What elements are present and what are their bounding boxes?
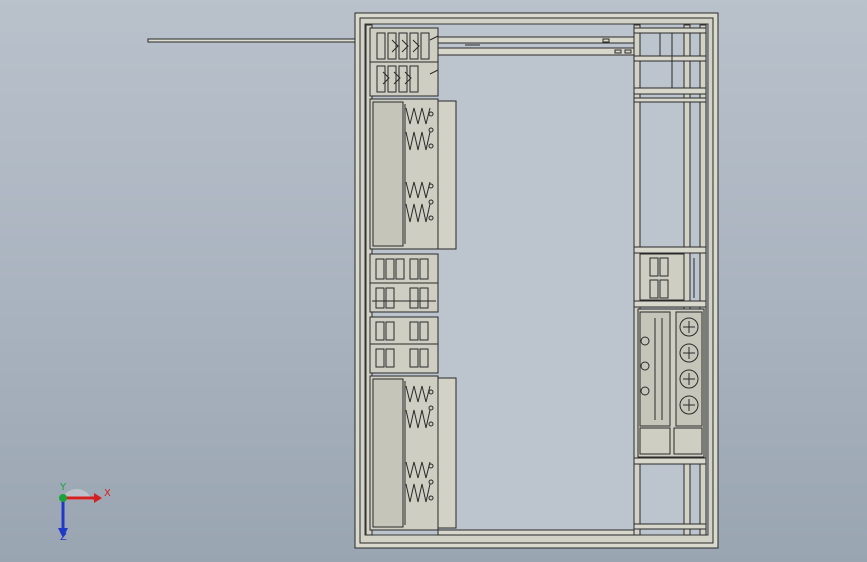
protruding-rod [147,38,356,43]
bottom-rail [437,529,639,536]
y-axis-label: Y [60,482,67,493]
y-axis-dot [59,494,67,502]
breaker-compartment-1 [369,253,439,313]
breaker-compartment-2 [369,316,439,374]
orientation-triad: X Y Z [40,480,120,550]
top-terminal-compartment [369,27,439,97]
right-fan-compartment [637,308,705,458]
cad-viewport[interactable]: X Y Z [0,0,867,562]
x-axis-label: X [104,488,111,499]
drive-unit-lower [369,375,457,531]
cabinet-assembly-model[interactable] [0,0,867,562]
drive-unit-upper [369,98,457,250]
z-axis-label: Z [60,532,67,543]
